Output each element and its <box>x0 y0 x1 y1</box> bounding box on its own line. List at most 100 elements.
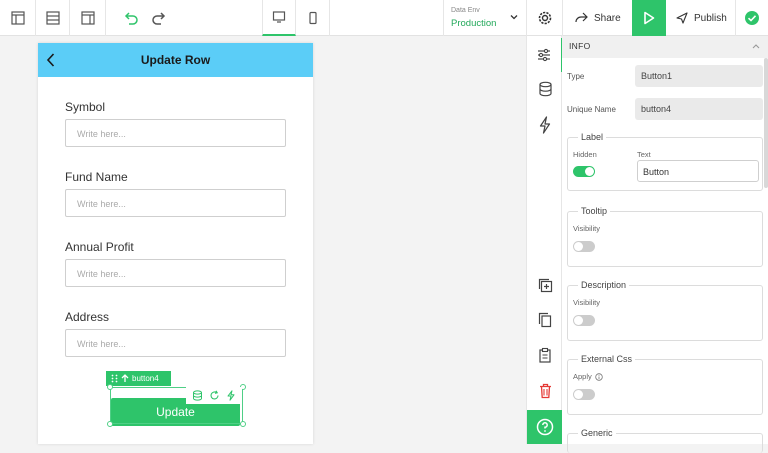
copy-button[interactable] <box>527 303 563 337</box>
preview-button[interactable] <box>632 0 666 36</box>
database-icon[interactable] <box>192 390 203 401</box>
trash-icon <box>539 383 551 399</box>
layout-left-panel-button[interactable] <box>0 0 36 36</box>
generic-group-title: Generic <box>578 428 616 438</box>
hidden-label: Hidden <box>573 150 597 159</box>
check-circle-icon <box>745 11 759 25</box>
tab-actions[interactable] <box>527 108 563 142</box>
hidden-toggle[interactable] <box>573 166 595 177</box>
symbol-label: Symbol <box>65 100 106 114</box>
tooltip-visibility-label: Visibility <box>573 224 600 233</box>
unique-name-value[interactable]: button4 <box>635 98 763 120</box>
properties-sidebar-tabs <box>526 36 563 444</box>
layout-right-panel-button[interactable] <box>70 0 106 36</box>
external-css-group-title: External Css <box>578 354 636 364</box>
symbol-input[interactable]: Write here... <box>65 119 286 147</box>
tab-properties[interactable] <box>527 38 563 72</box>
status-check <box>736 0 768 36</box>
description-visibility-toggle[interactable] <box>573 315 595 326</box>
paste-button[interactable] <box>527 338 563 372</box>
drag-handle-icon[interactable] <box>111 374 118 383</box>
annual-profit-input[interactable]: Write here... <box>65 259 286 287</box>
settings-button[interactable] <box>527 0 562 36</box>
fund-name-input[interactable]: Write here... <box>65 189 286 217</box>
add-box-icon <box>538 278 552 292</box>
address-input[interactable]: Write here... <box>65 329 286 357</box>
data-env-value: Production <box>451 18 497 29</box>
sliders-icon <box>538 48 550 62</box>
copy-icon <box>538 312 552 328</box>
desktop-icon <box>272 11 286 23</box>
lightning-icon <box>539 116 551 134</box>
css-apply-label: Apply <box>573 372 592 381</box>
css-apply-toggle[interactable] <box>573 389 595 400</box>
design-canvas: Update Row Symbol Write here... Fund Nam… <box>0 36 526 444</box>
desktop-view-button[interactable] <box>262 0 296 36</box>
redo-button[interactable] <box>146 0 172 36</box>
chevron-up-icon[interactable] <box>752 43 760 49</box>
annual-profit-label: Annual Profit <box>65 240 134 254</box>
unique-name-label: Unique Name <box>567 105 616 114</box>
fund-name-label: Fund Name <box>65 170 128 184</box>
description-group-title: Description <box>578 280 630 290</box>
description-visibility-label: Visibility <box>573 298 600 307</box>
section-title: INFO <box>569 41 591 51</box>
css-apply-row: Apply <box>573 372 603 381</box>
mobile-view-button[interactable] <box>296 0 330 36</box>
resize-handle[interactable] <box>240 421 246 427</box>
publish-label: Publish <box>694 12 727 24</box>
share-button[interactable]: Share <box>562 0 632 36</box>
phone-header: Update Row <box>38 43 313 77</box>
external-css-group: External Css Apply <box>567 354 763 415</box>
generic-group: Generic <box>567 428 763 453</box>
address-label: Address <box>65 310 110 324</box>
type-label: Type <box>567 72 585 81</box>
tooltip-group-title: Tooltip <box>578 206 611 216</box>
send-icon <box>676 12 688 24</box>
delete-button[interactable] <box>527 374 563 408</box>
tab-data[interactable] <box>527 72 563 106</box>
help-button[interactable] <box>527 410 563 444</box>
bottom-panel-icon <box>45 11 60 25</box>
layout-bottom-panel-button[interactable] <box>36 0 70 36</box>
arrow-up-icon[interactable] <box>121 374 129 383</box>
panel-scrollbar[interactable] <box>764 58 768 188</box>
mobile-icon <box>308 11 317 25</box>
page-title: Update Row <box>140 53 211 67</box>
type-value: Button1 <box>635 65 763 87</box>
text-input[interactable]: Button <box>637 160 759 182</box>
undo-icon <box>124 12 138 25</box>
selected-component-tag[interactable]: button4 <box>106 371 171 386</box>
publish-button[interactable]: Publish <box>666 0 736 36</box>
right-panel-icon <box>80 11 95 25</box>
clipboard-icon <box>539 347 551 363</box>
properties-panel: INFO Type Button1 Unique Name button4 La… <box>562 36 768 453</box>
data-env-select[interactable]: Data Env Production <box>443 0 527 36</box>
component-tools <box>186 387 242 404</box>
label-group: Label Hidden Text Button <box>567 132 763 191</box>
lightning-icon[interactable] <box>226 390 236 401</box>
resize-handle[interactable] <box>107 421 113 427</box>
data-env-label: Data Env <box>451 7 480 14</box>
database-icon <box>538 81 552 97</box>
info-icon[interactable] <box>595 372 603 381</box>
resize-handle[interactable] <box>107 384 113 390</box>
info-section-header[interactable]: INFO <box>562 36 768 58</box>
play-icon <box>644 11 655 25</box>
text-label: Text <box>637 150 651 159</box>
chevron-down-icon <box>510 15 518 20</box>
help-icon <box>536 418 554 436</box>
tooltip-visibility-toggle[interactable] <box>573 241 595 252</box>
gear-icon <box>538 11 551 25</box>
undo-button[interactable] <box>118 0 144 36</box>
share-icon <box>575 12 588 23</box>
phone-preview: Update Row Symbol Write here... Fund Nam… <box>38 43 313 444</box>
label-group-title: Label <box>578 132 607 142</box>
refresh-icon[interactable] <box>209 390 220 401</box>
selected-component-name: button4 <box>132 374 159 383</box>
tooltip-group: Tooltip Visibility <box>567 206 763 267</box>
add-component-button[interactable] <box>527 268 563 302</box>
redo-icon <box>152 12 166 25</box>
share-label: Share <box>594 12 621 24</box>
top-toolbar: Data Env Production Share Publish <box>0 0 768 36</box>
